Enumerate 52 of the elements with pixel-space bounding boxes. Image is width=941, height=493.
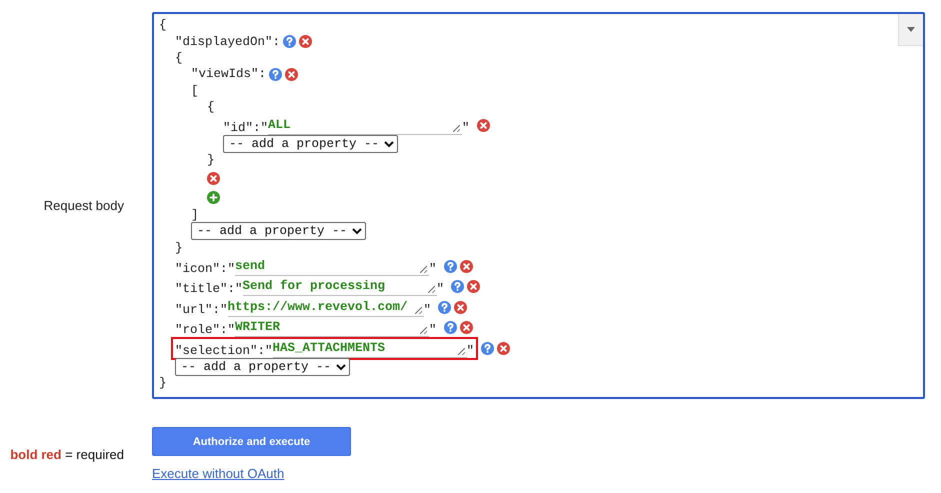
help-icon[interactable]: [269, 68, 282, 81]
remove-icon[interactable]: [454, 300, 468, 314]
bracket: [: [191, 84, 199, 98]
bracket: {: [207, 100, 215, 114]
bracket: ]: [191, 208, 199, 222]
quote-mark: ": [429, 323, 437, 338]
add-icon[interactable]: [207, 190, 220, 204]
quote-mark: ": [462, 121, 470, 136]
help-icon[interactable]: [481, 342, 494, 355]
remove-icon[interactable]: [460, 321, 473, 334]
help-icon[interactable]: [451, 280, 464, 294]
remove-icon[interactable]: [497, 342, 510, 355]
help-icon[interactable]: [438, 300, 452, 314]
remove-icon[interactable]: [467, 280, 480, 294]
quote-mark: ": [436, 282, 444, 296]
add-property-dropdown[interactable]: -- add a property --: [175, 358, 350, 376]
property-key: "role":": [175, 323, 236, 338]
property-key: "icon":": [175, 262, 236, 276]
add-property-dropdown[interactable]: -- add a property --: [191, 222, 366, 240]
bracket: }: [207, 153, 215, 168]
required-legend: bold red = required: [10, 446, 124, 462]
remove-icon[interactable]: [299, 35, 312, 48]
quote-mark: ": [429, 262, 437, 276]
quote-mark: ": [466, 344, 474, 358]
help-icon[interactable]: [444, 321, 457, 334]
caret-icon: [907, 27, 915, 32]
field-label: Request body: [44, 198, 124, 213]
execute-link[interactable]: Execute without OAuth: [152, 466, 284, 481]
bracket: }: [159, 376, 167, 390]
property-key: "title":": [175, 282, 243, 296]
remove-icon[interactable]: [476, 119, 490, 132]
property-key: "viewIds":: [191, 67, 266, 82]
property-key: "displayedOn":: [175, 34, 280, 49]
help-icon[interactable]: [283, 35, 296, 48]
help-icon[interactable]: [444, 260, 457, 273]
dropdown-button[interactable]: [898, 14, 923, 46]
input-field[interactable]: WRITER: [235, 319, 430, 338]
input-field[interactable]: send: [235, 258, 430, 276]
input-field[interactable]: Send for processing: [242, 278, 437, 296]
property-key: "id":": [223, 121, 268, 136]
authorize-button[interactable]: Authorize and execute: [152, 427, 351, 456]
quote-mark: ": [424, 302, 432, 317]
remove-icon[interactable]: [460, 260, 473, 273]
add-property-dropdown[interactable]: -- add a property --: [223, 135, 398, 154]
property-key: "url":": [175, 302, 228, 317]
input-field[interactable]: https://www.revevol.com/: [228, 298, 424, 317]
bracket: }: [175, 240, 183, 255]
remove-icon[interactable]: [207, 172, 220, 185]
remove-icon[interactable]: [285, 68, 298, 81]
bracket: {: [175, 50, 183, 65]
bracket: {: [159, 18, 167, 32]
property-key: "selection":": [175, 344, 273, 358]
